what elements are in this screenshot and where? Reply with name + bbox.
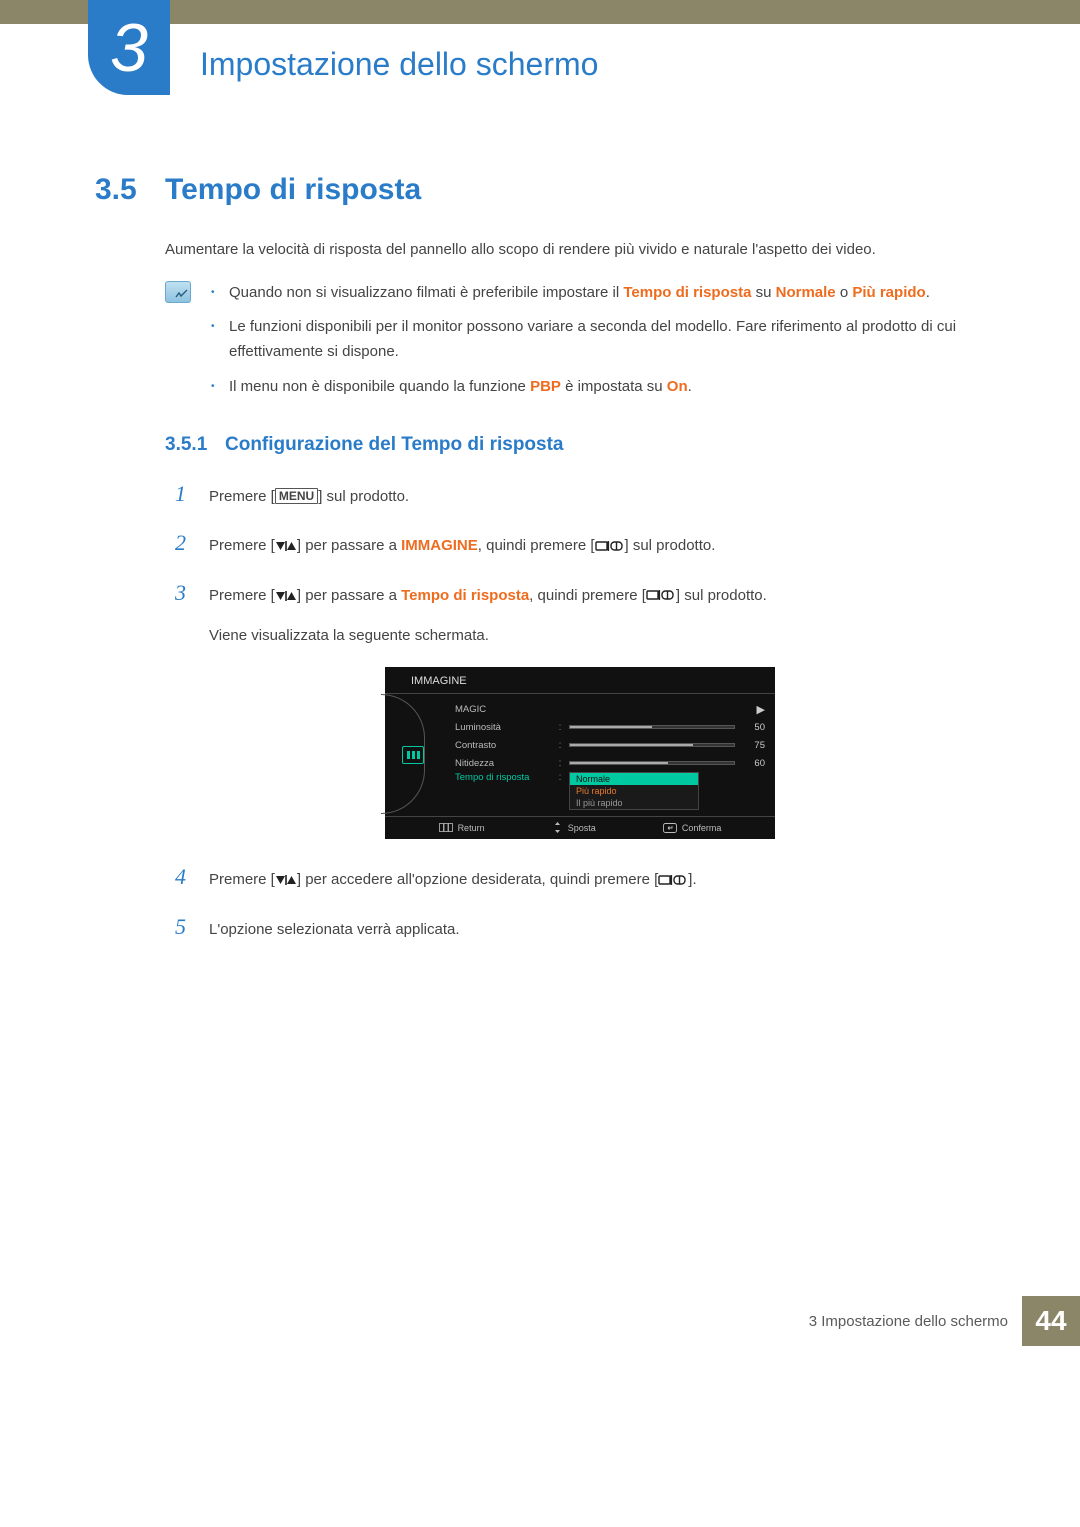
osd-title: IMMAGINE xyxy=(385,675,775,694)
osd-dropdown-option: Il più rapido xyxy=(570,797,698,809)
step-number: 1 xyxy=(175,474,209,514)
enter-icon xyxy=(663,823,677,833)
step-3: 3 Premere [ ] per passare a Tempo di risp… xyxy=(175,573,985,613)
step-text: ] sul prodotto. xyxy=(318,488,409,505)
osd-arrow-icon: ▶ xyxy=(747,703,765,716)
note-text: . xyxy=(688,378,692,395)
step-text: Premere [ xyxy=(209,587,275,604)
footer-chapter-label: 3 Impostazione dello schermo xyxy=(809,1296,1022,1346)
osd-dropdown: Normale Più rapido Il più rapido xyxy=(569,772,699,810)
step-text: ] per passare a xyxy=(297,537,401,554)
osd-footer-sposta: Sposta xyxy=(552,822,596,833)
step-1: 1 Premere [MENU] sul prodotto. xyxy=(175,474,985,514)
note-text: . xyxy=(926,284,930,301)
osd-label-selected: Tempo di risposta xyxy=(455,772,551,783)
step-5: 5 L'opzione selezionata verrà applicata. xyxy=(175,907,985,947)
page-header: 3 Impostazione dello schermo xyxy=(0,24,1080,83)
osd-footer: Return Sposta Conferma xyxy=(385,816,775,835)
step-term: Tempo di risposta xyxy=(401,587,529,604)
osd-picture-icon xyxy=(402,746,424,764)
osd-row-tempo: Tempo di risposta : Normale Più rapido I… xyxy=(455,772,765,810)
note-text: è impostata su xyxy=(561,378,667,395)
osd-footer-label: Return xyxy=(458,823,485,833)
section-header: 3.5 Tempo di risposta xyxy=(95,173,985,207)
step-text: L'opzione selezionata verrà applicata. xyxy=(209,916,985,943)
menu-button-label: MENU xyxy=(275,488,318,504)
chapter-title: Impostazione dello schermo xyxy=(200,46,598,83)
note-term: Più rapido xyxy=(852,284,925,301)
osd-footer-return: Return xyxy=(439,822,485,833)
note-term: PBP xyxy=(530,378,561,395)
note-text: Il menu non è disponibile quando la funz… xyxy=(229,378,530,395)
osd-footer-label: Conferma xyxy=(682,823,722,833)
source-enter-icon xyxy=(595,540,625,553)
step-text: , quindi premere [ xyxy=(478,537,595,554)
down-up-arrow-icon xyxy=(275,540,297,552)
note-text: Quando non si visualizzano filmati è pre… xyxy=(229,284,623,301)
osd-label: MAGIC xyxy=(455,704,551,715)
osd-value: 50 xyxy=(739,722,765,733)
step-term: IMMAGINE xyxy=(401,537,478,554)
step-text: ]. xyxy=(688,871,696,888)
step-4: 4 Premere [ ] per accedere all'opzione de… xyxy=(175,857,985,897)
return-icon xyxy=(439,823,453,832)
step-number: 5 xyxy=(175,907,209,947)
note-item: Le funzioni disponibili per il monitor p… xyxy=(211,315,985,365)
note-icon xyxy=(165,281,191,303)
page-footer: 3 Impostazione dello schermo 44 xyxy=(0,1296,1080,1346)
intro-paragraph: Aumentare la velocità di risposta del pa… xyxy=(165,237,985,263)
footer-page-number: 44 xyxy=(1022,1296,1080,1346)
subsection-header: 3.5.1 Configurazione del Tempo di rispos… xyxy=(165,434,985,456)
move-icon xyxy=(552,822,563,833)
step-number: 2 xyxy=(175,523,209,563)
osd-dropdown-option-selected: Normale xyxy=(570,773,698,785)
osd-screenshot: IMMAGINE MAGIC ▶ Luminosità : xyxy=(385,667,775,839)
step-text: Premere [ xyxy=(209,537,275,554)
note-item: Il menu non è disponibile quando la funz… xyxy=(211,375,985,400)
osd-label: Nitidezza xyxy=(455,758,551,769)
source-enter-icon xyxy=(658,874,688,887)
step-text: Premere [ xyxy=(209,871,275,888)
note-text: o xyxy=(836,284,853,301)
step-text: ] per accedere all'opzione desiderata, q… xyxy=(297,871,658,888)
osd-value: 60 xyxy=(739,758,765,769)
osd-label: Luminosità xyxy=(455,722,551,733)
osd-row-contrasto: Contrasto : 75 xyxy=(455,736,765,754)
subsection-number: 3.5.1 xyxy=(165,434,225,456)
osd-footer-conferma: Conferma xyxy=(663,822,722,833)
osd-value: 75 xyxy=(739,740,765,751)
step-number: 3 xyxy=(175,573,209,613)
step-text: ] sul prodotto. xyxy=(676,587,767,604)
osd-label: Contrasto xyxy=(455,740,551,751)
osd-row-magic: MAGIC ▶ xyxy=(455,700,765,718)
osd-footer-label: Sposta xyxy=(568,823,596,833)
step-2: 2 Premere [ ] per passare a IMMAGINE, qui… xyxy=(175,523,985,563)
step-3-note: Viene visualizzata la seguente schermata… xyxy=(209,622,985,649)
note-text: su xyxy=(751,284,775,301)
osd-dropdown-option: Più rapido xyxy=(570,785,698,797)
down-up-arrow-icon xyxy=(275,874,297,886)
step-text: ] per passare a xyxy=(297,587,401,604)
chapter-number-badge: 3 xyxy=(88,0,170,95)
source-enter-icon xyxy=(646,589,676,602)
section-title: Tempo di risposta xyxy=(165,173,421,207)
note-term: Tempo di risposta xyxy=(623,284,751,301)
step-text: , quindi premere [ xyxy=(529,587,646,604)
note-item: Quando non si visualizzano filmati è pre… xyxy=(211,281,985,306)
note-term: Normale xyxy=(776,284,836,301)
note-term: On xyxy=(667,378,688,395)
subsection-title: Configurazione del Tempo di risposta xyxy=(225,434,564,456)
main-content: 3.5 Tempo di risposta Aumentare la veloc… xyxy=(0,83,1080,996)
section-number: 3.5 xyxy=(95,173,165,207)
osd-row-luminosita: Luminosità : 50 xyxy=(455,718,765,736)
note-block: Quando non si visualizzano filmati è pre… xyxy=(165,281,985,410)
step-text: ] sul prodotto. xyxy=(625,537,716,554)
step-text: Premere [ xyxy=(209,488,275,505)
step-number: 4 xyxy=(175,857,209,897)
osd-row-nitidezza: Nitidezza : 60 xyxy=(455,754,765,772)
down-up-arrow-icon xyxy=(275,590,297,602)
